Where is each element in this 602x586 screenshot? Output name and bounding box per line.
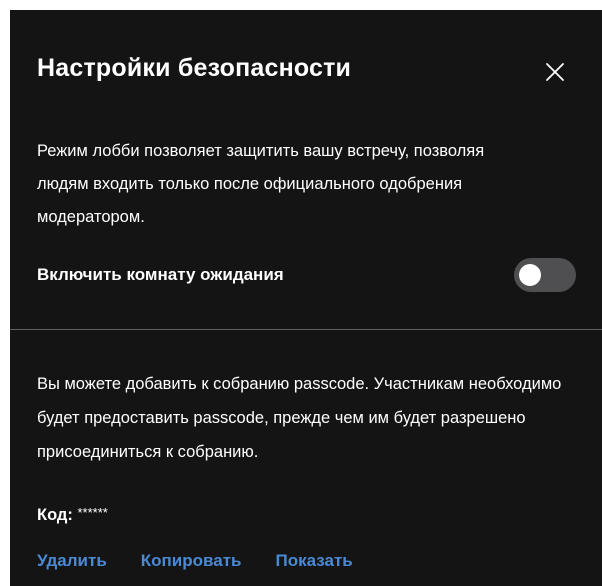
show-passcode-link[interactable]: Показать	[276, 551, 353, 571]
passcode-value: ******	[77, 505, 108, 520]
delete-passcode-link[interactable]: Удалить	[37, 551, 107, 571]
close-button[interactable]	[540, 57, 570, 87]
dialog-title: Настройки безопасности	[37, 54, 352, 82]
section-divider	[10, 329, 602, 330]
copy-passcode-link[interactable]: Копировать	[141, 551, 242, 571]
passcode-actions: Удалить Копировать Показать	[37, 551, 353, 571]
passcode-description: Вы можете добавить к собранию passcode. …	[37, 375, 562, 461]
passcode-row: Код: ******	[37, 505, 108, 525]
security-settings-dialog: Настройки безопасности Режим лобби позво…	[10, 10, 602, 586]
lobby-toggle-label: Включить комнату ожидания	[37, 265, 284, 284]
passcode-label: Код:	[37, 506, 78, 524]
lobby-description: Режим лобби позволяет защитить вашу встр…	[37, 142, 485, 226]
close-icon	[546, 63, 564, 81]
lobby-toggle[interactable]	[514, 258, 576, 292]
toggle-knob	[519, 264, 541, 286]
